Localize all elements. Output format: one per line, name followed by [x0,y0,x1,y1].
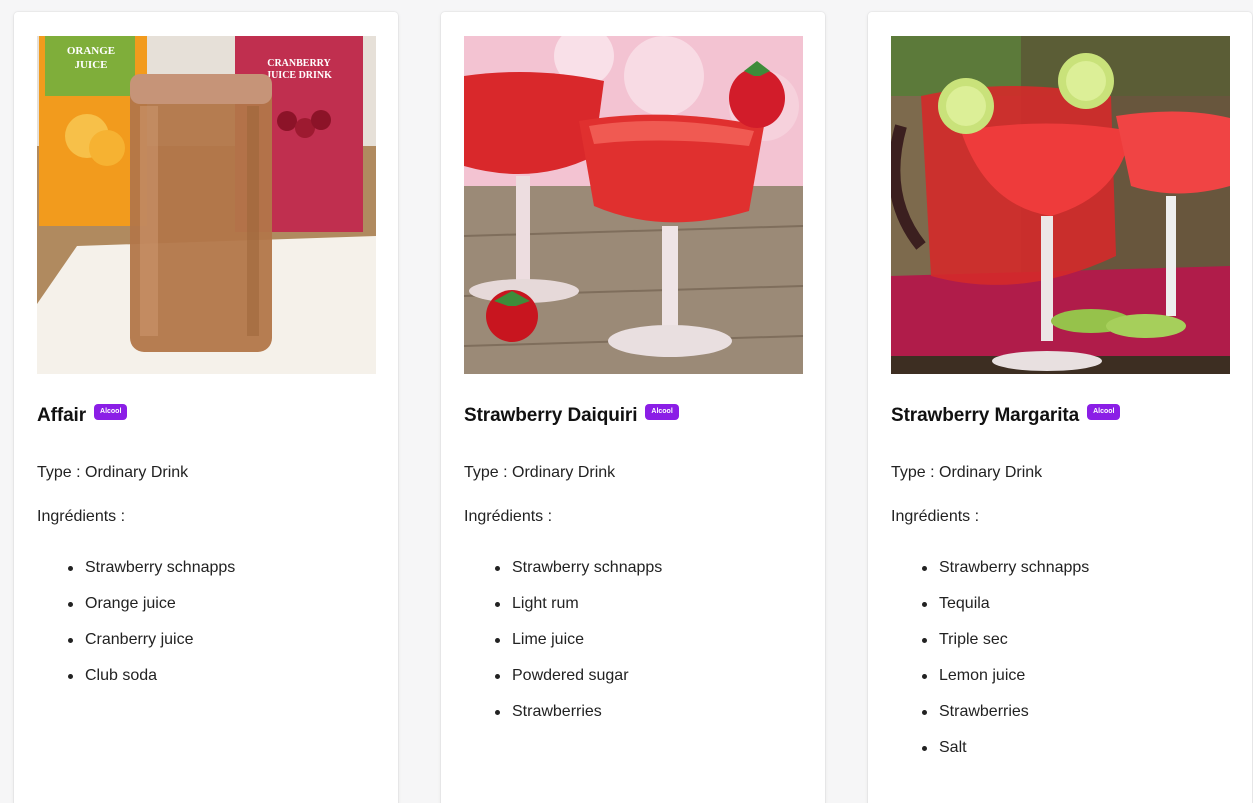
ingredient-item: Light rum [494,593,662,629]
ingredient-item: Strawberry schnapps [67,557,235,593]
title-row: Strawberry Daiquiri Alcool [464,404,679,428]
title-row: Strawberry Margarita Alcool [891,404,1121,428]
drink-title[interactable]: Strawberry Margarita [891,404,1079,428]
drink-card-strawberry-daiquiri[interactable]: Strawberry Daiquiri Alcool Type : Ordina… [441,12,825,803]
drink-title[interactable]: Affair [37,404,86,428]
carton-right-text-2: JUICE DRINK [266,70,332,81]
ingredient-item: Triple sec [921,629,1089,665]
ingredient-item: Lime juice [494,629,662,665]
drink-grid: ORANGE JUICE CRANBERRY JUICE DRINK Affai… [0,0,1253,803]
drink-type: Type : Ordinary Drink [37,464,189,481]
ingredients-list: Strawberry schnapps Orange juice Cranber… [67,557,235,701]
drink-type: Type : Ordinary Drink [464,464,616,481]
alcohol-badge: Alcool [94,404,128,420]
ingredients-list: Strawberry schnapps Light rum Lime juice… [494,557,662,737]
title-row: Affair Alcool [37,404,128,428]
drink-photo-image [464,36,803,374]
ingredient-item: Orange juice [67,593,235,629]
ingredient-item: Strawberries [921,701,1089,737]
alcohol-badge: Alcool [1087,404,1121,420]
alcohol-badge: Alcool [645,404,679,420]
ingredients-label: Ingrédients : [37,508,126,525]
ingredient-item: Cranberry juice [67,629,235,665]
carton-left-text-2: JUICE [74,59,107,71]
ingredient-item: Strawberry schnapps [494,557,662,593]
drink-card-affair[interactable]: ORANGE JUICE CRANBERRY JUICE DRINK Affai… [14,12,398,803]
ingredient-item: Lemon juice [921,665,1089,701]
drink-photo-image [891,36,1230,374]
ingredient-item: Powdered sugar [494,665,662,701]
carton-right-text-1: CRANBERRY [267,58,331,69]
carton-left-text-1: ORANGE [67,45,115,57]
ingredients-label: Ingrédients : [891,508,980,525]
ingredient-item: Salt [921,737,1089,773]
ingredient-item: Club soda [67,665,235,701]
drink-photo-image: ORANGE JUICE CRANBERRY JUICE DRINK [37,36,376,374]
drink-type: Type : Ordinary Drink [891,464,1043,481]
ingredient-item: Tequila [921,593,1089,629]
drink-title[interactable]: Strawberry Daiquiri [464,404,637,428]
ingredient-item: Strawberries [494,701,662,737]
drink-photo[interactable]: ORANGE JUICE CRANBERRY JUICE DRINK [37,36,376,374]
ingredient-item: Strawberry schnapps [921,557,1089,593]
drink-card-strawberry-margarita[interactable]: Strawberry Margarita Alcool Type : Ordin… [868,12,1252,803]
drink-photo[interactable] [464,36,803,374]
ingredients-label: Ingrédients : [464,508,553,525]
drink-photo[interactable] [891,36,1230,374]
ingredients-list: Strawberry schnapps Tequila Triple sec L… [921,557,1089,773]
